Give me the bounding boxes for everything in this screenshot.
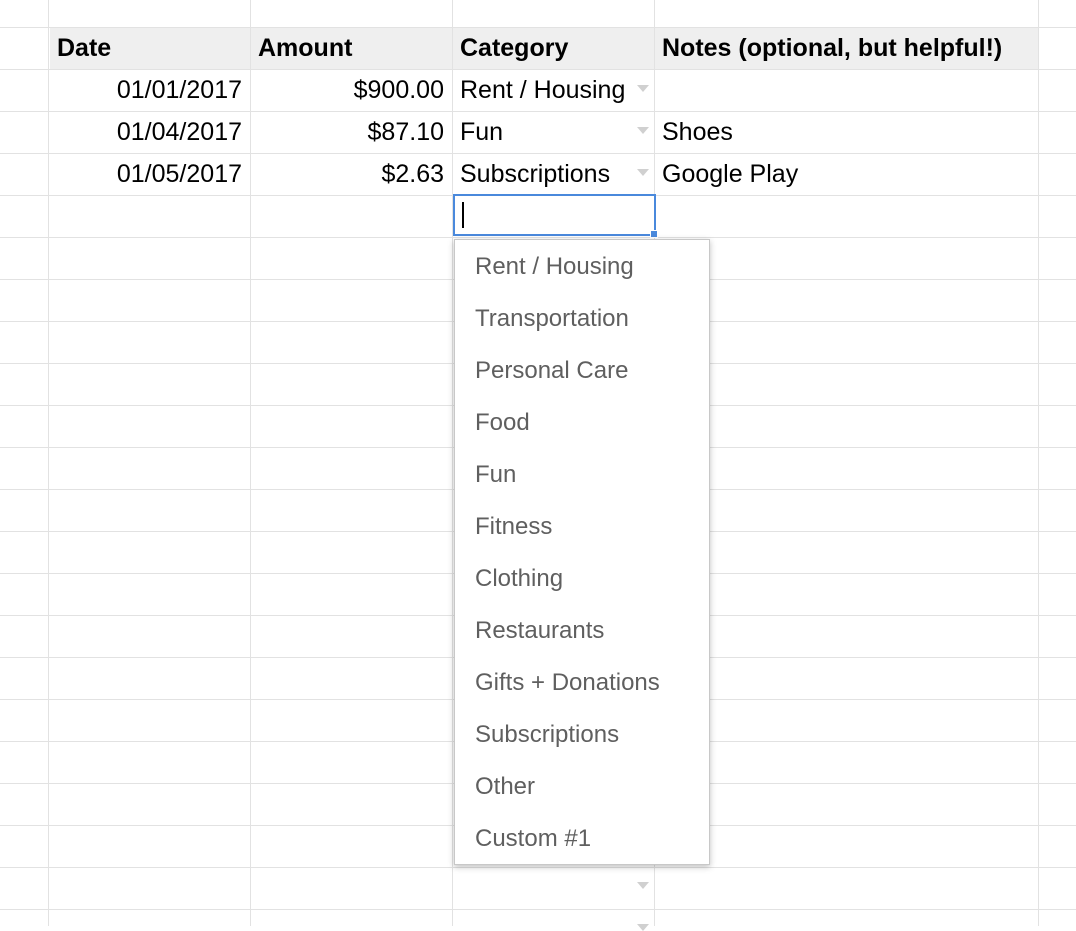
date-cell[interactable]: 01/04/2017 (50, 112, 250, 153)
date-cell[interactable]: 01/05/2017 (50, 154, 250, 195)
grid-line (48, 0, 49, 926)
dropdown-option-personal-care[interactable]: Personal Care (455, 345, 709, 397)
amount-cell[interactable]: $2.63 (251, 154, 452, 195)
category-cell[interactable]: Rent / Housing (453, 70, 654, 111)
grid-line (0, 867, 1076, 868)
dropdown-option-gifts-donations[interactable]: Gifts + Donations (455, 657, 709, 709)
category-dropdown-list: Rent / Housing Transportation Personal C… (454, 239, 710, 865)
text-caret (462, 202, 464, 228)
dropdown-option-fitness[interactable]: Fitness (455, 501, 709, 553)
dropdown-option-clothing[interactable]: Clothing (455, 553, 709, 605)
column-header-notes[interactable]: Notes (optional, but helpful!) (655, 28, 1038, 69)
dropdown-option-fun[interactable]: Fun (455, 449, 709, 501)
chevron-down-icon[interactable] (637, 882, 649, 889)
dropdown-option-rent-housing[interactable]: Rent / Housing (455, 241, 709, 293)
dropdown-option-subscriptions[interactable]: Subscriptions (455, 709, 709, 761)
date-cell[interactable]: 01/01/2017 (50, 70, 250, 111)
grid-line (1038, 0, 1039, 926)
column-header-amount[interactable]: Amount (251, 28, 452, 69)
grid-line (0, 237, 1076, 238)
chevron-down-icon[interactable] (637, 85, 649, 92)
dropdown-option-food[interactable]: Food (455, 397, 709, 449)
dropdown-option-other[interactable]: Other (455, 761, 709, 813)
chevron-down-icon[interactable] (637, 127, 649, 134)
notes-cell[interactable]: Google Play (655, 154, 1038, 195)
grid-line (0, 909, 1076, 910)
chevron-down-icon[interactable] (637, 924, 649, 931)
category-cell[interactable]: Subscriptions (453, 154, 654, 195)
column-header-date[interactable]: Date (50, 28, 250, 69)
notes-cell[interactable] (655, 70, 1038, 111)
amount-cell[interactable]: $87.10 (251, 112, 452, 153)
category-cell[interactable]: Fun (453, 112, 654, 153)
fill-handle[interactable] (650, 230, 658, 238)
notes-cell[interactable]: Shoes (655, 112, 1038, 153)
category-cell-editor[interactable] (453, 194, 658, 238)
amount-cell[interactable]: $900.00 (251, 70, 452, 111)
dropdown-option-restaurants[interactable]: Restaurants (455, 605, 709, 657)
dropdown-option-custom-1[interactable]: Custom #1 (455, 813, 709, 865)
chevron-down-icon[interactable] (637, 169, 649, 176)
column-header-category[interactable]: Category (453, 28, 654, 69)
dropdown-option-transportation[interactable]: Transportation (455, 293, 709, 345)
